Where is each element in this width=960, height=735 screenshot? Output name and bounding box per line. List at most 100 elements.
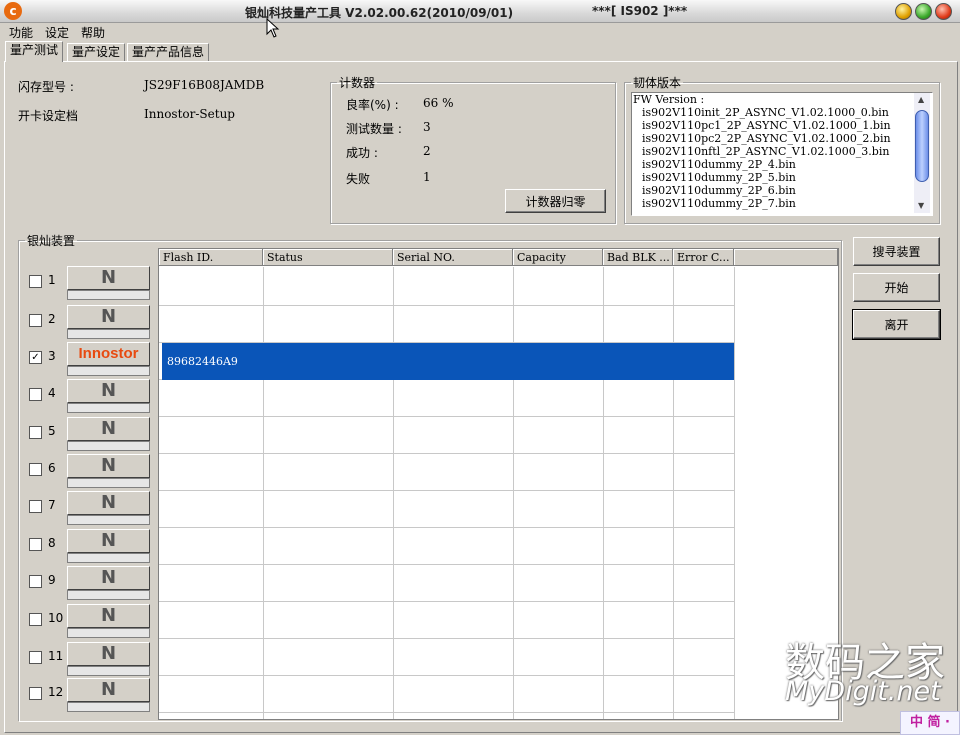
device-checkbox[interactable] xyxy=(29,388,42,401)
maximize-button[interactable] xyxy=(915,3,932,20)
device-checkbox[interactable] xyxy=(29,575,42,588)
menu-function[interactable]: 功能 xyxy=(9,24,33,41)
scroll-up-icon[interactable]: ▲ xyxy=(918,95,924,104)
grid-row-line xyxy=(159,564,734,565)
fail-value: 1 xyxy=(423,170,431,184)
device-checkbox[interactable] xyxy=(29,613,42,626)
grid-row-line xyxy=(159,527,734,528)
grid-column-line xyxy=(393,267,394,719)
ime-indicator[interactable]: 中 简 · xyxy=(900,711,960,735)
device-number: 9 xyxy=(48,573,56,587)
menu-help[interactable]: 帮助 xyxy=(81,24,105,41)
yield-label: 良率(%) : xyxy=(346,98,399,112)
yield-value: 66 % xyxy=(423,96,454,110)
device-status-badge: N xyxy=(67,529,150,553)
device-progress-bar xyxy=(67,403,150,413)
firmware-title: 韧体版本 xyxy=(633,76,682,90)
flash-model-label: 闪存型号 : xyxy=(18,80,74,94)
card-profile-value: Innostor-Setup xyxy=(144,107,235,121)
column-header[interactable]: Bad BLK ... xyxy=(603,249,673,266)
tab-product-info[interactable]: 量产产品信息 xyxy=(127,43,210,61)
firmware-line: is902V110dummy_2P_4.bin xyxy=(642,158,796,171)
device-checkbox[interactable] xyxy=(29,651,42,664)
scroll-thumb[interactable] xyxy=(915,110,929,182)
selected-table-row[interactable] xyxy=(162,343,734,380)
device-number: 7 xyxy=(48,498,56,512)
grid-column-line xyxy=(673,267,674,719)
success-label: 成功 : xyxy=(346,146,378,160)
device-table[interactable]: Flash ID. Status Serial NO. Capacity Bad BLK… xyxy=(158,248,839,720)
device-status-badge: N xyxy=(67,566,150,590)
minimize-button[interactable] xyxy=(895,3,912,20)
grid-row-line xyxy=(159,416,734,417)
tested-label: 测试数量 : xyxy=(346,122,402,136)
menu-settings[interactable]: 设定 xyxy=(45,24,69,41)
window-chip-label: ***[ IS902 ]*** xyxy=(592,4,688,18)
device-status-badge: N xyxy=(67,642,150,666)
grid-column-line xyxy=(513,267,514,719)
grid-column-line xyxy=(603,267,604,719)
grid-row-line xyxy=(159,675,734,676)
mouse-cursor-icon xyxy=(266,18,280,38)
firmware-line: is902V110nftl_2P_ASYNC_V1.02.1000_3.bin xyxy=(642,145,890,158)
grid-row-line xyxy=(159,490,734,491)
search-devices-button[interactable]: 搜寻装置 xyxy=(853,237,940,266)
device-checkbox[interactable] xyxy=(29,687,42,700)
device-number: 6 xyxy=(48,461,56,475)
grid-row-line xyxy=(159,453,734,454)
device-progress-bar xyxy=(67,628,150,638)
grid-row-line xyxy=(159,305,734,306)
device-checkbox[interactable]: ✓ xyxy=(29,351,42,364)
device-checkbox[interactable] xyxy=(29,463,42,476)
firmware-list[interactable]: FW Version : is902V110init_2P_ASYNC_V1.0… xyxy=(631,92,933,216)
column-header-filler xyxy=(734,249,838,266)
column-header[interactable]: Status xyxy=(263,249,393,266)
device-status-badge: N xyxy=(67,266,150,290)
column-header[interactable]: Capacity xyxy=(513,249,603,266)
scroll-down-icon[interactable]: ▼ xyxy=(918,201,924,210)
counter-title: 计数器 xyxy=(339,76,376,90)
firmware-line: is902V110init_2P_ASYNC_V1.02.1000_0.bin xyxy=(642,106,889,119)
device-number: 3 xyxy=(48,349,56,363)
window-title: 银灿科技量产工具 V2.02.00.62(2010/09/01) xyxy=(245,6,514,20)
device-number: 1 xyxy=(48,273,56,287)
device-status-badge: N xyxy=(67,379,150,403)
column-header[interactable]: Error C... xyxy=(673,249,734,266)
column-header[interactable]: Flash ID. xyxy=(159,249,263,266)
close-button[interactable] xyxy=(935,3,952,20)
device-number: 12 xyxy=(48,685,64,699)
firmware-line: is902V110dummy_2P_6.bin xyxy=(642,184,796,197)
reset-counter-button[interactable]: 计数器归零 xyxy=(505,189,606,213)
firmware-line: is902V110pc1_2P_ASYNC_V1.02.1000_1.bin xyxy=(642,119,891,132)
card-profile-label: 开卡设定档 xyxy=(18,109,79,123)
device-number: 4 xyxy=(48,386,56,400)
device-number: 10 xyxy=(48,611,64,625)
device-status-badge: N xyxy=(67,604,150,628)
device-checkbox[interactable] xyxy=(29,426,42,439)
grid-column-line xyxy=(734,267,735,719)
start-button[interactable]: 开始 xyxy=(853,273,940,302)
flash-id-cell: 89682446A9 xyxy=(167,355,238,368)
device-number: 8 xyxy=(48,536,56,550)
app-icon[interactable]: c xyxy=(4,2,22,20)
device-checkbox[interactable] xyxy=(29,314,42,327)
tab-production-settings[interactable]: 量产设定 xyxy=(67,43,126,61)
title-bar[interactable]: c 银灿科技量产工具 V2.02.00.62(2010/09/01) ***[ … xyxy=(0,0,960,23)
exit-button[interactable]: 离开 xyxy=(852,309,941,340)
device-checkbox[interactable] xyxy=(29,275,42,288)
device-number: 5 xyxy=(48,424,56,438)
device-checkbox[interactable] xyxy=(29,538,42,551)
device-status-badge: N xyxy=(67,491,150,515)
column-header[interactable]: Serial NO. xyxy=(393,249,513,266)
firmware-line: FW Version : xyxy=(633,93,705,106)
device-progress-bar xyxy=(67,478,150,488)
tab-production-test[interactable]: 量产测试 xyxy=(5,41,64,62)
device-brand-badge: Innostor xyxy=(67,342,150,366)
success-value: 2 xyxy=(423,144,431,158)
device-progress-bar xyxy=(67,441,150,451)
device-progress-bar xyxy=(67,553,150,563)
device-checkbox[interactable] xyxy=(29,500,42,513)
grid-row-line xyxy=(159,638,734,639)
tested-value: 3 xyxy=(423,120,431,134)
flash-model-value: JS29F16B08JAMDB xyxy=(144,78,265,92)
